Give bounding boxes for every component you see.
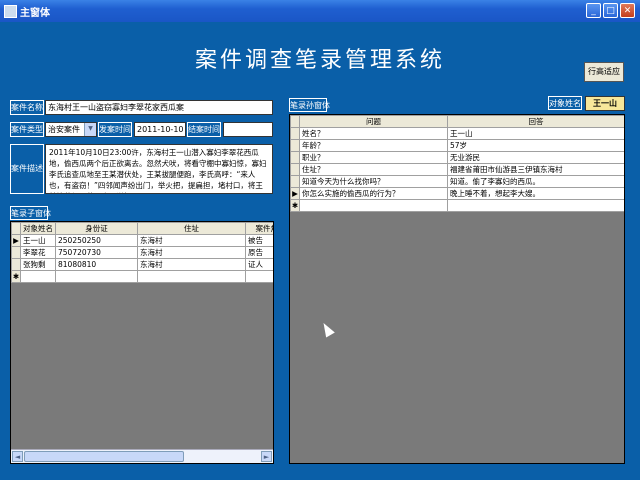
new-record-row[interactable]: ✱: [290, 199, 624, 212]
cell-address[interactable]: 东海村: [137, 234, 246, 247]
cell-answer[interactable]: 无业游民: [447, 151, 624, 164]
cell-answer[interactable]: 晚上睡不着，想起李大嫂。: [447, 187, 624, 200]
cell-id[interactable]: 750720730: [55, 246, 138, 259]
scroll-left-icon[interactable]: ◄: [12, 451, 23, 462]
person-name-label: 对象姓名: [548, 96, 582, 110]
table-row[interactable]: 李翠花 750720730 东海村 原告 包: [11, 246, 273, 259]
cell-answer[interactable]: 知道。偷了李寡妇的西瓜。: [447, 175, 624, 188]
subform1-table: 对象姓名 身份证 住址 案件角色 ▶ 王一山 250250250 东海村 被告 …: [11, 222, 273, 283]
cell-id[interactable]: 81080810: [55, 258, 138, 271]
row-selector[interactable]: [11, 258, 21, 271]
cell-name[interactable]: 王一山: [20, 234, 56, 247]
scroll-right-icon[interactable]: ►: [261, 451, 272, 462]
table-row[interactable]: 姓名？ 王一山: [290, 127, 624, 140]
subform2-grid: 问题 回答 姓名？ 王一山 年龄？ 57岁 职业？ 无业游民 住址？ 福建省莆田…: [289, 114, 625, 464]
case-name-field[interactable]: 东海村王一山盗窃寡妇李翠花家西瓜案: [45, 100, 273, 115]
cell-role[interactable]: 证人: [245, 258, 273, 271]
col-header-question[interactable]: 问题: [299, 115, 448, 128]
row-height-fit-button[interactable]: 行高适应: [584, 62, 624, 82]
col-header-answer[interactable]: 回答: [447, 115, 624, 128]
table-row[interactable]: 职业？ 无业游民: [290, 151, 624, 164]
cell-answer[interactable]: 福建省莆田市仙游县三伊镇东海村: [447, 163, 624, 176]
end-time-label: 结案时间: [187, 122, 221, 137]
cell-question[interactable]: 姓名？: [299, 127, 448, 140]
current-row-arrow-icon[interactable]: ▶: [11, 234, 21, 247]
case-desc-field[interactable]: 2011年10月10日23:00许，东海村王一山潜入寡妇李翠花西瓜地，偷西瓜两个…: [45, 144, 273, 194]
app-icon: [4, 5, 17, 18]
cell-role[interactable]: 被告: [245, 234, 273, 247]
cell-question[interactable]: 职业？: [299, 151, 448, 164]
subform2-table: 问题 回答 姓名？ 王一山 年龄？ 57岁 职业？ 无业游民 住址？ 福建省莆田…: [290, 115, 624, 212]
cell-role[interactable]: 原告: [245, 246, 273, 259]
case-type-label: 案件类型: [10, 122, 44, 137]
row-selector-header: [11, 222, 21, 235]
case-desc-label: 案件描述: [10, 144, 44, 194]
table-row[interactable]: ▶ 你怎么实施的偷西瓜的行为？ 晚上睡不着，想起李大嫂。: [290, 187, 624, 200]
new-record-icon[interactable]: ✱: [290, 199, 300, 212]
cell-name[interactable]: 张狗剩: [20, 258, 56, 271]
row-selector[interactable]: [290, 163, 300, 176]
table-row[interactable]: 张狗剩 81080810 东海村 证人 包: [11, 258, 273, 271]
new-record-row[interactable]: ✱: [11, 270, 273, 283]
chevron-down-icon[interactable]: ▼: [84, 123, 96, 136]
cell-address[interactable]: 东海村: [137, 246, 246, 259]
table-row[interactable]: 知道今天为什么找你吗？ 知道。偷了李寡妇的西瓜。: [290, 175, 624, 188]
maximize-button[interactable]: □: [603, 3, 618, 18]
cell-answer[interactable]: 王一山: [447, 127, 624, 140]
col-header-role[interactable]: 案件角色: [245, 222, 273, 235]
close-button[interactable]: ✕: [620, 3, 635, 18]
minimize-button[interactable]: _: [586, 3, 601, 18]
cell-id[interactable]: 250250250: [55, 234, 138, 247]
row-selector[interactable]: [290, 175, 300, 188]
start-time-label: 发案时间: [98, 122, 132, 137]
new-record-icon[interactable]: ✱: [11, 270, 21, 283]
case-name-label: 案件名称: [10, 100, 44, 115]
row-selector[interactable]: [290, 139, 300, 152]
cell-question[interactable]: 住址？: [299, 163, 448, 176]
app-title: 案件调查笔录管理系统: [194, 48, 445, 73]
subform1-grid: 对象姓名 身份证 住址 案件角色 ▶ 王一山 250250250 东海村 被告 …: [10, 221, 274, 464]
start-time-field[interactable]: 2011-10-10: [134, 122, 186, 137]
col-header-id[interactable]: 身份证: [55, 222, 138, 235]
cell-question[interactable]: 知道今天为什么找你吗？: [299, 175, 448, 188]
table-row[interactable]: ▶ 王一山 250250250 东海村 被告 包: [11, 234, 273, 247]
horizontal-scrollbar[interactable]: ◄ ►: [11, 449, 273, 463]
window-titlebar[interactable]: 主窗体 _ □ ✕: [0, 0, 640, 22]
cell-answer[interactable]: 57岁: [447, 139, 624, 152]
cell-question[interactable]: 年龄？: [299, 139, 448, 152]
row-selector[interactable]: [290, 151, 300, 164]
case-type-select[interactable]: 治安案件 ▼: [45, 122, 97, 137]
row-selector-header: [290, 115, 300, 128]
col-header-address[interactable]: 住址: [137, 222, 246, 235]
col-header-name[interactable]: 对象姓名: [20, 222, 56, 235]
table-row[interactable]: 年龄？ 57岁: [290, 139, 624, 152]
subform1-label: 笔录子窗体: [10, 206, 51, 220]
cell-name[interactable]: 李翠花: [20, 246, 56, 259]
main-form: 案件调查笔录管理系统 行高适应 案件名称 东海村王一山盗窃寡妇李翠花家西瓜案 案…: [0, 22, 640, 480]
row-selector[interactable]: [11, 246, 21, 259]
scroll-thumb[interactable]: [24, 451, 184, 462]
cell-question[interactable]: 你怎么实施的偷西瓜的行为？: [299, 187, 448, 200]
window-title: 主窗体: [20, 8, 50, 19]
cell-address[interactable]: 东海村: [137, 258, 246, 271]
end-time-field[interactable]: [223, 122, 273, 137]
table-row[interactable]: 住址？ 福建省莆田市仙游县三伊镇东海村: [290, 163, 624, 176]
subform2-label: 笔录孙窗体: [289, 98, 330, 112]
case-type-value: 治安案件: [48, 125, 80, 134]
row-selector[interactable]: [290, 127, 300, 140]
current-row-arrow-icon[interactable]: ▶: [290, 187, 300, 200]
person-name-field[interactable]: 王一山: [585, 96, 625, 111]
